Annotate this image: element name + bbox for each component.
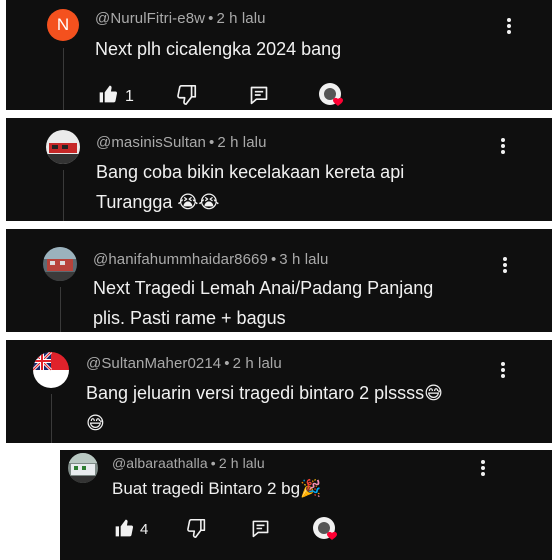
avatar[interactable] <box>46 130 80 164</box>
author-handle[interactable]: @NurulFitri-e8w <box>95 10 205 27</box>
avatar[interactable] <box>43 247 77 281</box>
author-handle[interactable]: @hanifahummhaidar8669 <box>93 251 268 268</box>
reply-icon <box>252 520 269 538</box>
comment-meta: @albaraathalla • 2 h lalu <box>112 455 265 471</box>
creator-heart-icon <box>319 83 343 106</box>
comment-line: Next plh cicalengka 2024 bang <box>95 39 342 59</box>
more-options-icon[interactable] <box>497 136 509 156</box>
comment-text: Buat tragedi Bintaro 2 bg🎉 <box>112 474 321 504</box>
dislike-icon <box>177 85 197 105</box>
thread-line <box>63 170 64 221</box>
dislike-icon <box>187 518 206 539</box>
like-icon <box>115 519 134 537</box>
comment-text: Bang jeluarin versi tragedi bintaro 2 pl… <box>86 378 443 438</box>
comment-text: Bang coba bikin kecelakaan kereta api Tu… <box>96 157 404 217</box>
comment-meta: @masinisSultan • 2 h lalu <box>96 134 267 151</box>
like-count: 4 <box>140 521 149 538</box>
comment-line: Turangga 😭😭 <box>96 192 220 212</box>
more-options-icon[interactable] <box>499 255 511 275</box>
more-options-icon[interactable] <box>497 360 509 380</box>
author-handle[interactable]: @masinisSultan <box>96 134 206 151</box>
comment-time[interactable]: 3 h lalu <box>279 251 328 268</box>
comment-time[interactable]: 2 h lalu <box>219 455 265 471</box>
like-count: 1 <box>125 88 134 105</box>
comment-card: @SultanMaher0214 • 2 h lalu Bang jeluarin … <box>6 340 552 443</box>
dislike-button[interactable] <box>176 84 198 111</box>
comment-meta: @hanifahummhaidar8669 • 3 h lalu <box>93 251 329 268</box>
reply-button[interactable] <box>251 518 270 544</box>
author-handle[interactable]: @SultanMaher0214 <box>86 355 221 372</box>
like-button[interactable] <box>98 84 118 109</box>
comment-card: @hanifahummhaidar8669 • 3 h lalu Next Trag… <box>6 229 552 332</box>
comment-line: Bang jeluarin versi tragedi bintaro 2 pl… <box>86 383 443 403</box>
thread-line <box>60 287 61 332</box>
comment-time[interactable]: 2 h lalu <box>233 355 282 372</box>
creator-heart-icon <box>313 517 337 540</box>
thread-line <box>51 394 52 443</box>
avatar[interactable] <box>33 352 69 388</box>
creator-heart <box>318 82 348 115</box>
more-options-icon[interactable] <box>503 16 515 36</box>
thread-line <box>63 48 64 110</box>
comment-line: Buat tragedi Bintaro 2 bg🎉 <box>112 479 322 498</box>
like-icon <box>99 85 118 103</box>
dislike-button[interactable] <box>186 518 207 544</box>
comment-card: N @NurulFitri-e8w • 2 h lalu Next plh cica… <box>6 0 552 110</box>
comment-card: @masinisSultan • 2 h lalu Bang coba bikin … <box>6 118 552 221</box>
avatar[interactable] <box>68 453 98 483</box>
comment-time[interactable]: 2 h lalu <box>217 134 266 151</box>
comment-meta: @NurulFitri-e8w • 2 h lalu <box>95 10 266 27</box>
avatar[interactable]: N <box>47 9 79 41</box>
reply-card: @albaraathalla • 2 h lalu Buat tragedi Bin… <box>60 450 552 560</box>
more-options-icon[interactable] <box>477 458 489 478</box>
avatar-letter: N <box>56 15 70 34</box>
comment-text: Next plh cicalengka 2024 bang <box>95 34 341 64</box>
like-button[interactable] <box>114 518 134 543</box>
comment-line: plis. Pasti rame + bagus <box>93 308 286 328</box>
author-handle[interactable]: @albaraathalla <box>112 455 208 471</box>
reply-button[interactable] <box>249 84 269 111</box>
reply-icon <box>250 86 268 105</box>
comment-line: 😅 <box>86 413 105 433</box>
comment-line: Next Tragedi Lemah Anai/Padang Panjang <box>93 278 434 298</box>
comment-line: Bang coba bikin kecelakaan kereta api <box>96 162 405 182</box>
comment-meta: @SultanMaher0214 • 2 h lalu <box>86 355 282 372</box>
comment-text: Next Tragedi Lemah Anai/Padang Panjang p… <box>93 273 433 333</box>
creator-heart <box>312 516 342 549</box>
comment-time[interactable]: 2 h lalu <box>216 10 265 27</box>
